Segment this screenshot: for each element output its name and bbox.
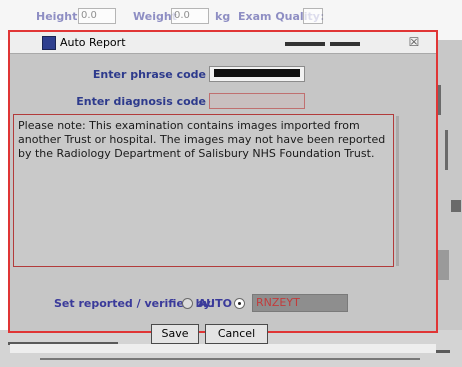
- close-button[interactable]: ☒: [405, 34, 423, 50]
- radio-selected-dot: [238, 302, 241, 305]
- height-field[interactable]: 0.0: [78, 8, 116, 24]
- save-button[interactable]: Save: [151, 324, 199, 344]
- phrase-code-input[interactable]: [209, 66, 305, 82]
- dialog-titlebar[interactable]: Auto Report ☒: [10, 32, 436, 54]
- phrase-code-label: Enter phrase code: [92, 68, 206, 81]
- dialog-bottom-bar: [10, 344, 436, 353]
- background-noise: [445, 130, 448, 170]
- note-scrollbar[interactable]: [396, 116, 399, 266]
- title-noise: [285, 42, 325, 46]
- note-textarea[interactable]: Please note: This examination contains i…: [13, 114, 394, 267]
- diagnosis-code-input[interactable]: [209, 93, 305, 109]
- title-noise: [330, 42, 360, 46]
- cancel-button[interactable]: Cancel: [205, 324, 268, 344]
- dialog-form: Enter phrase code Enter diagnosis code P…: [10, 54, 436, 353]
- auto-radio[interactable]: [182, 298, 193, 309]
- height-label: Height: [36, 10, 78, 23]
- diagnosis-code-label: Enter diagnosis code: [76, 95, 206, 108]
- close-icon: ☒: [408, 35, 420, 49]
- weight-unit: kg: [215, 10, 231, 23]
- auto-radio-label[interactable]: AUTO: [198, 297, 232, 310]
- auto-report-dialog: Auto Report ☒ Enter phrase code Enter di…: [8, 30, 438, 353]
- exam-quality-field[interactable]: [303, 8, 323, 24]
- background-noise: [40, 358, 420, 360]
- user-radio[interactable]: [234, 298, 245, 309]
- weight-field[interactable]: 0.0: [171, 8, 209, 24]
- reported-by-user-input[interactable]: RNZEYT: [252, 294, 348, 312]
- dialog-title: Auto Report: [60, 36, 126, 49]
- background-noise: [451, 200, 461, 212]
- app-window-icon: [42, 36, 56, 50]
- phrase-code-value: [214, 69, 300, 77]
